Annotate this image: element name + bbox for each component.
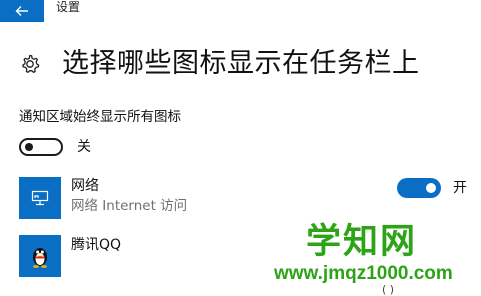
qq-penguin-icon [33,248,47,268]
watermark-url: www.jmqz1000.com [274,263,453,284]
page-title: 选择哪些图标显示在任务栏上 [62,48,420,79]
always-show-all-label: 通知区域始终显示所有图标 [19,109,181,125]
network-icon [31,190,49,206]
qq-app-name: 腾讯QQ [71,237,122,253]
network-app-subtitle: 网络 Internet 访问 [71,198,188,214]
toggle-knob [426,183,436,193]
title-bar: 设置 [0,0,481,22]
qq-app-tile [19,235,61,277]
back-arrow-icon [15,6,28,16]
always-show-all-toggle[interactable] [19,138,63,156]
network-app-name: 网络 [71,178,99,194]
window-title: 设置 [56,0,81,14]
network-toggle-state: 开 [453,180,467,196]
network-toggle[interactable] [397,178,441,198]
edge-glyph: ( ) [382,283,395,296]
gear-icon [22,54,40,74]
network-app-tile [19,177,61,219]
toggle-knob [25,143,33,151]
watermark-text: 学知网 [306,222,418,262]
always-show-all-state: 关 [77,139,91,155]
back-button[interactable] [0,0,44,22]
